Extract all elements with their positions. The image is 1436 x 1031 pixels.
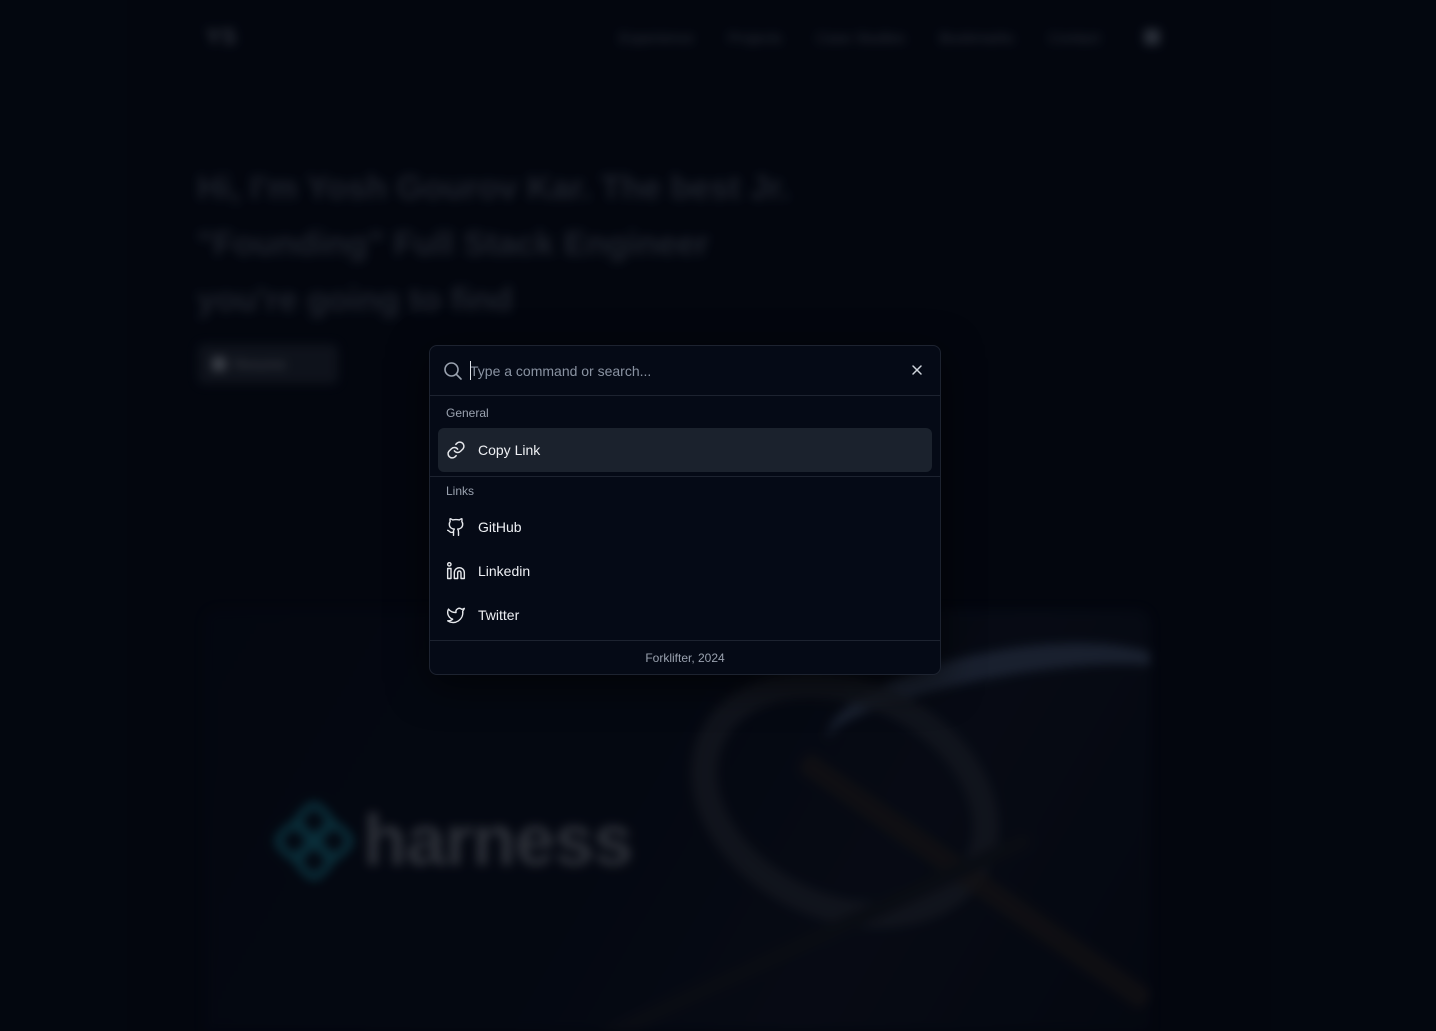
command-palette: General Copy Link Links GitHub Linkedin … <box>429 345 941 675</box>
command-item-twitter[interactable]: Twitter <box>438 593 932 637</box>
group-label-general: General <box>446 406 489 420</box>
command-item-linkedin[interactable]: Linkedin <box>438 549 932 593</box>
group-divider <box>430 476 940 477</box>
footer-text: Forklifter, 2024 <box>645 650 725 665</box>
command-search-input[interactable] <box>470 358 890 384</box>
link-icon <box>447 441 465 459</box>
search-row <box>430 346 940 396</box>
command-item-label: Twitter <box>478 607 520 623</box>
text-caret <box>470 361 471 380</box>
palette-footer: Forklifter, 2024 <box>430 640 940 674</box>
close-icon[interactable] <box>910 363 924 377</box>
command-item-label: Linkedin <box>478 563 531 579</box>
github-icon <box>446 517 464 537</box>
command-item-label: Copy Link <box>478 442 541 458</box>
linkedin-icon <box>446 561 466 580</box>
command-item-github[interactable]: GitHub <box>438 505 932 549</box>
twitter-icon <box>446 607 466 624</box>
command-item-copy-link[interactable]: Copy Link <box>438 428 932 472</box>
command-item-label: GitHub <box>478 519 522 535</box>
search-icon <box>444 362 462 380</box>
group-label-links: Links <box>446 484 475 498</box>
